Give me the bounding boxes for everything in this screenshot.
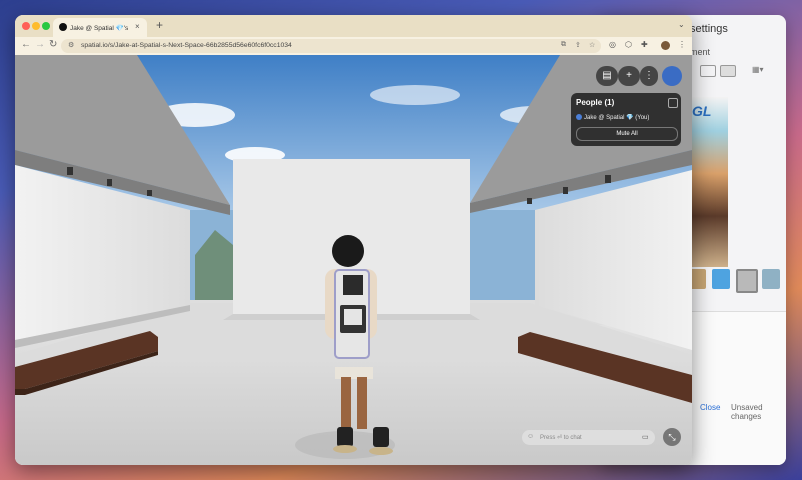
fullscreen-button[interactable]: ⤡ xyxy=(663,428,681,446)
preview-logo-text: GL xyxy=(692,103,712,119)
cast-icon[interactable]: ⧉ xyxy=(561,41,566,49)
spotlight xyxy=(527,198,532,204)
extension-icon[interactable]: ⬡ xyxy=(625,40,632,49)
person-avatar xyxy=(576,114,582,121)
close-tab-icon[interactable]: × xyxy=(135,22,140,31)
image-preview: GL xyxy=(688,97,728,267)
window-right xyxy=(470,210,535,300)
browser-toolbar: ← → ↻ ⚙ spatial.io/s/Jake-at-Spatial-s-N… xyxy=(15,37,692,55)
people-title: People (1) xyxy=(576,98,615,107)
cloud xyxy=(370,85,460,105)
layout-icon[interactable] xyxy=(700,65,716,77)
spotlight xyxy=(563,187,568,194)
spotlight xyxy=(67,167,73,175)
tab-spatial[interactable]: Jake @ Spatial 💎's Next × xyxy=(53,18,147,37)
emoji-icon[interactable]: ☺ xyxy=(527,433,534,440)
clipboard-icon[interactable]: ▤ xyxy=(596,66,618,86)
url-text: spatial.io/s/Jake-at-Spatial-s-Next-Spac… xyxy=(81,42,292,49)
add-button[interactable]: + xyxy=(618,66,640,86)
tab-bar: Jake @ Spatial 💎's Next × + ⌄ xyxy=(15,15,692,37)
person-name: Jake @ Spatial 💎 (You) xyxy=(584,115,650,121)
extension-icon[interactable]: ◎ xyxy=(609,40,616,49)
folder-icon[interactable] xyxy=(712,269,730,289)
chat-placeholder: Press ⏎ to chat xyxy=(540,435,582,441)
reload-icon[interactable]: ↻ xyxy=(49,39,57,50)
zoom-window-button[interactable] xyxy=(42,22,50,30)
unsaved-changes-label: Unsaved changes xyxy=(731,403,763,421)
minimize-window-button[interactable] xyxy=(32,22,40,30)
spatial-3d-viewport[interactable]: ▤ + ⋮ People (1) Jake @ Spatial 💎 (You) … xyxy=(15,55,692,465)
people-panel: People (1) Jake @ Spatial 💎 (You) Mute A… xyxy=(571,93,681,146)
mute-all-button[interactable]: Mute All xyxy=(576,127,678,141)
browser-window: Jake @ Spatial 💎's Next × + ⌄ ← → ↻ ⚙ sp… xyxy=(15,15,692,465)
spotlight xyxy=(107,179,112,186)
extensions-puzzle-icon[interactable]: ✚ xyxy=(641,40,648,49)
close-window-button[interactable] xyxy=(22,22,30,30)
bookmark-star-icon[interactable]: ☆ xyxy=(589,41,595,49)
spatial-favicon-icon xyxy=(59,23,67,31)
back-icon[interactable]: ← xyxy=(21,39,31,50)
grid-icon[interactable]: ▦▾ xyxy=(752,65,766,75)
spotlight xyxy=(147,190,152,196)
thumbnail[interactable] xyxy=(736,269,758,293)
spotlight xyxy=(605,175,611,183)
address-bar[interactable]: ⚙ spatial.io/s/Jake-at-Spatial-s-Next-Sp… xyxy=(61,39,601,53)
settings-subtitle: ment xyxy=(690,47,711,57)
forward-icon[interactable]: → xyxy=(35,39,45,50)
profile-avatar[interactable] xyxy=(661,41,670,50)
chat-input[interactable]: ☺ Press ⏎ to chat ▭ xyxy=(522,430,655,445)
chat-bubble-icon[interactable]: ▭ xyxy=(642,433,649,441)
settings-title: settings xyxy=(690,23,728,35)
new-tab-button[interactable]: + xyxy=(156,18,163,32)
pin-panel-icon[interactable] xyxy=(668,98,678,108)
tab-title: Jake @ Spatial 💎's Next xyxy=(70,25,128,32)
close-link[interactable]: Close xyxy=(700,403,720,412)
user-profile-avatar[interactable] xyxy=(662,66,682,86)
tab-search-chevron-icon[interactable]: ⌄ xyxy=(678,20,685,29)
thumbnail-strip xyxy=(688,269,786,293)
person-row: Jake @ Spatial 💎 (You) xyxy=(576,114,649,121)
more-options-icon[interactable]: ⋮ xyxy=(640,66,658,86)
menu-kebab-icon[interactable]: ⋮ xyxy=(678,40,686,49)
thumbnail[interactable] xyxy=(762,269,780,289)
site-info-icon[interactable]: ⚙ xyxy=(68,41,74,49)
share-icon[interactable]: ⇪ xyxy=(575,41,581,49)
layout-alt-icon[interactable] xyxy=(720,65,736,77)
